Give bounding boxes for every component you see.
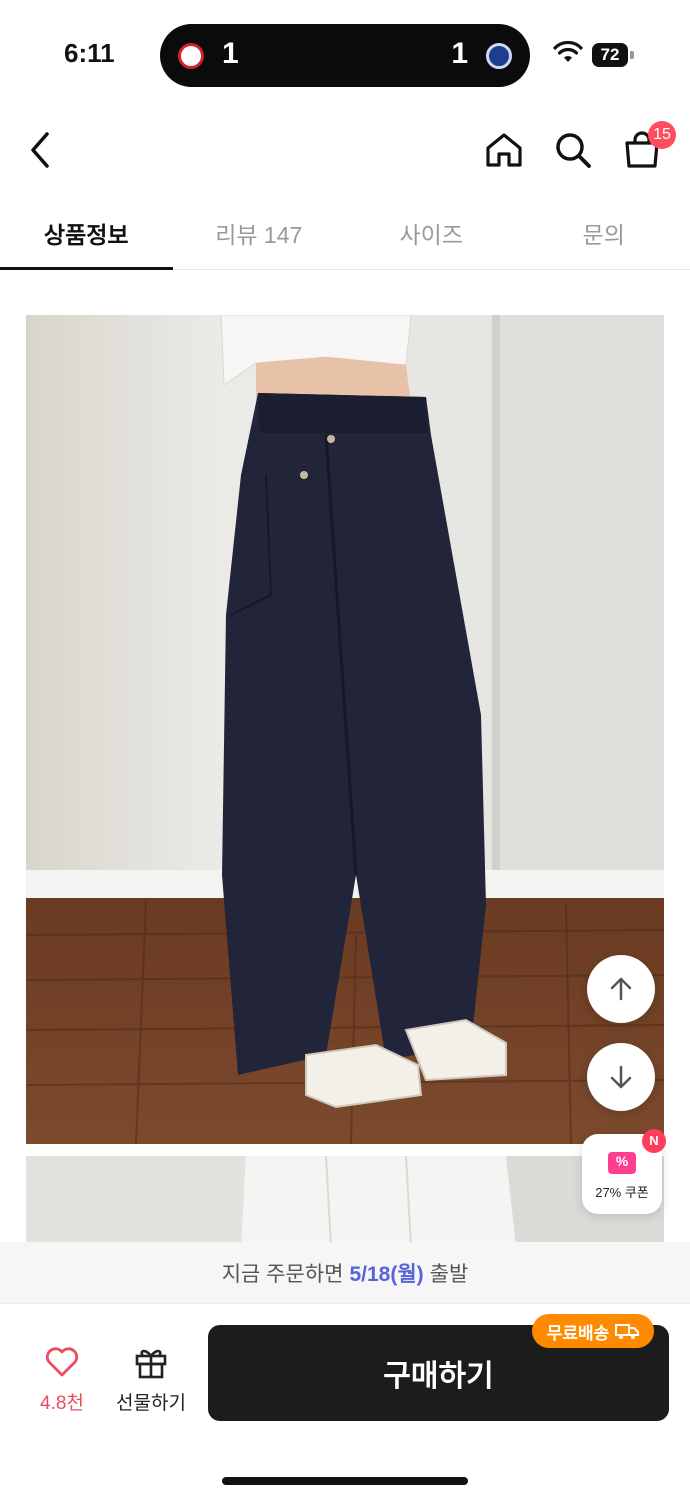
- coupon-label: 27% 쿠폰: [595, 1185, 649, 1200]
- product-photo-image: [26, 315, 664, 1144]
- away-score: 1: [451, 37, 468, 70]
- away-team-logo-icon: [486, 43, 512, 69]
- chevron-left-icon: [31, 132, 49, 168]
- home-score: 1: [222, 37, 239, 70]
- battery-indicator: 72: [592, 43, 634, 67]
- gift-button[interactable]: 선물하기: [108, 1342, 194, 1422]
- product-photo: [26, 315, 664, 1144]
- delivery-truck-icon: [615, 1324, 640, 1339]
- product-photo-second: [26, 1156, 664, 1246]
- back-button[interactable]: [10, 120, 70, 180]
- like-button[interactable]: 4.8천: [22, 1342, 102, 1422]
- arrow-down-icon: [610, 1065, 632, 1089]
- coupon-icon-symbol: %: [615, 1153, 629, 1169]
- cart-count-badge: 15: [648, 121, 676, 149]
- dynamic-island-live-score[interactable]: 1 1: [160, 24, 530, 87]
- heart-icon: [45, 1347, 79, 1377]
- free-shipping-badge: 무료배송: [532, 1314, 654, 1348]
- tab-inquiry[interactable]: 문의: [518, 196, 690, 269]
- home-team-logo-icon: [178, 43, 204, 69]
- search-button[interactable]: [543, 120, 603, 180]
- search-icon: [556, 133, 591, 168]
- home-button[interactable]: [474, 120, 534, 180]
- coupon-icon: %: [608, 1152, 636, 1174]
- gift-icon: [135, 1349, 167, 1379]
- tab-size[interactable]: 사이즈: [345, 196, 518, 269]
- arrow-up-icon: [610, 977, 632, 1001]
- product-photo-second-image: [26, 1156, 664, 1246]
- tab-reviews[interactable]: 리뷰 147: [173, 196, 346, 269]
- battery-cap: [630, 51, 634, 59]
- shipping-date: 5/18(월): [349, 1262, 424, 1286]
- scroll-up-button[interactable]: [587, 955, 655, 1023]
- gift-label: 선물하기: [116, 1393, 186, 1414]
- scroll-down-button[interactable]: [587, 1043, 655, 1111]
- home-icon: [486, 133, 522, 167]
- shipping-notice-prefix: 지금 주문하면: [221, 1262, 344, 1286]
- shipping-notice: 지금 주문하면 5/18(월) 출발: [0, 1242, 690, 1304]
- tab-product-info[interactable]: 상품정보: [0, 196, 173, 270]
- wifi-icon: [553, 40, 583, 62]
- coupon-new-badge: N: [642, 1129, 666, 1153]
- battery-level: 72: [592, 43, 628, 67]
- free-shipping-label: 무료배송: [546, 1323, 610, 1343]
- top-nav-bar: [0, 110, 690, 190]
- like-count: 4.8천: [40, 1393, 84, 1414]
- status-time: 6:11: [64, 38, 115, 68]
- product-tabs: 상품정보 리뷰 147 사이즈 문의: [0, 196, 690, 270]
- status-bar: 6:11 1 1 72: [0, 0, 690, 100]
- shipping-notice-suffix: 출발: [429, 1262, 469, 1286]
- home-indicator[interactable]: [222, 1477, 468, 1485]
